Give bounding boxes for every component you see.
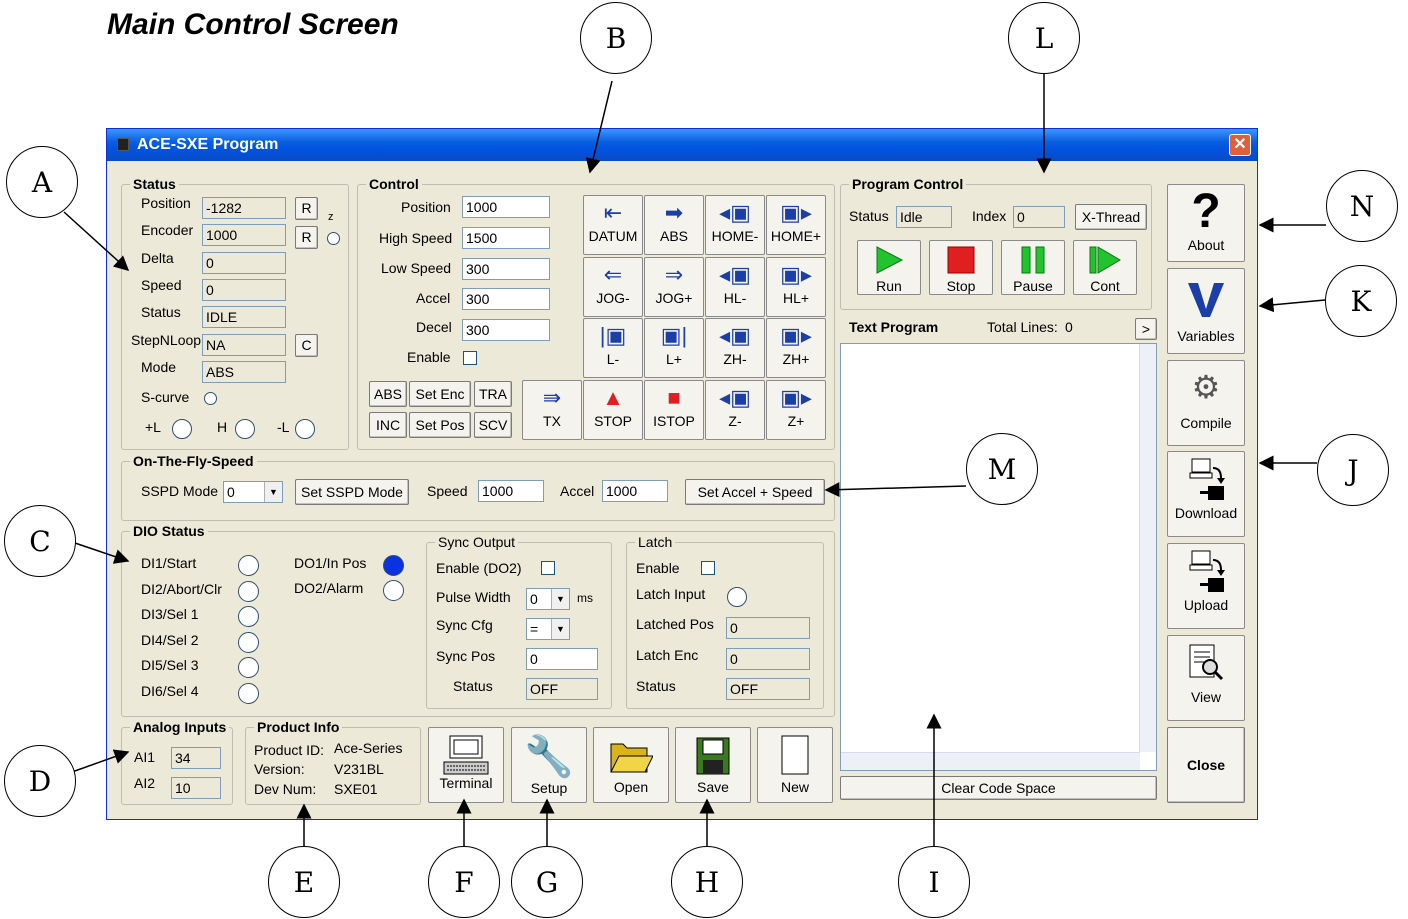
callout-n: N (1326, 170, 1398, 242)
callout-k: K (1325, 265, 1397, 337)
callout-m: M (966, 433, 1038, 505)
callout-c: C (4, 505, 76, 577)
callout-d: D (4, 745, 76, 817)
callout-h: H (671, 846, 743, 918)
callout-a: A (6, 146, 78, 218)
callout-g: G (511, 846, 583, 918)
callout-f: F (428, 846, 500, 918)
callout-b: B (580, 2, 652, 74)
callout-e: E (268, 846, 340, 918)
callout-j: J (1317, 434, 1389, 506)
annotation-arrows (63, 74, 1326, 846)
callout-i: I (898, 846, 970, 918)
callout-l: L (1008, 2, 1080, 74)
